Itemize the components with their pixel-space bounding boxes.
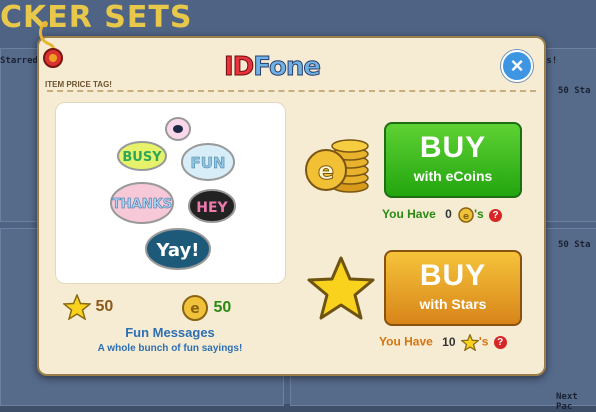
- buy-with-ecoins-button[interactable]: BUY with eCoins: [384, 122, 522, 198]
- bubble-busy: BUSY: [122, 150, 162, 165]
- stars-balance: 10: [442, 334, 456, 349]
- logo-fone-text: Fone: [253, 52, 322, 83]
- bg-stars-price-1: 50 Sta: [558, 86, 591, 96]
- close-icon: ×: [510, 53, 524, 78]
- buy-ecoins-big-label: BUY: [419, 131, 487, 164]
- stars-help-icon[interactable]: ?: [493, 336, 507, 349]
- item-description: A whole bunch of fun sayings!: [97, 343, 243, 354]
- you-have-stars: You Have 10 's ?: [379, 333, 507, 352]
- close-button[interactable]: ×: [501, 50, 533, 82]
- bubble-fun: FUN: [191, 154, 226, 172]
- star-small-icon: [459, 333, 480, 352]
- stars-suffix: 's: [478, 334, 489, 349]
- bubble-yay: Yay!: [156, 240, 200, 261]
- item-purchase-dialog: ITEM PRICE TAG! IDFone × BUSY FUN THANKS…: [37, 20, 546, 376]
- you-have-ecoins: You Have 0 e 's ?: [382, 207, 503, 223]
- logo-id-text: ID: [223, 52, 254, 83]
- ecoins-suffix: 's: [474, 207, 484, 222]
- star-price: 50: [61, 293, 114, 321]
- bg-next-page-link[interactable]: Next Pac: [556, 392, 596, 412]
- bubble-hey: HEY: [196, 200, 228, 216]
- idfone-logo: IDFone: [223, 52, 322, 83]
- ecoins-help-icon[interactable]: ?: [489, 208, 503, 222]
- header-divider: [47, 90, 536, 92]
- buy-with-stars-button[interactable]: BUY with Stars: [384, 250, 522, 326]
- price-tag-icon: [39, 20, 63, 68]
- fun-messages-sticker-image: BUSY FUN THANKS HEY Yay!: [110, 117, 236, 270]
- item-price-tag-label: ITEM PRICE TAG!: [45, 80, 112, 89]
- item-title: Fun Messages: [125, 325, 215, 340]
- you-have-ecoins-label: You Have: [382, 207, 436, 222]
- item-preview: BUSY FUN THANKS HEY Yay!: [55, 102, 286, 284]
- star-icon: [61, 293, 93, 321]
- coin-price: e 50: [181, 294, 231, 322]
- ecoins-balance: 0: [445, 207, 452, 222]
- star-price-value: 50: [95, 298, 114, 316]
- big-star-icon: [307, 256, 375, 320]
- coin-stack-icon: e: [305, 139, 369, 193]
- buy-stars-big-label: BUY: [419, 259, 487, 292]
- svg-text:e: e: [190, 301, 200, 317]
- coin-price-value: 50: [213, 299, 232, 317]
- bg-stars-price-2: 50 Sta: [558, 240, 591, 250]
- you-have-stars-label: You Have: [379, 334, 433, 349]
- ecoin-icon: e: [182, 295, 208, 321]
- bubble-thanks: THANKS: [112, 197, 172, 212]
- buy-stars-small-label: with Stars: [419, 296, 487, 312]
- svg-text:e: e: [318, 157, 334, 185]
- ecoin-small-icon: e: [458, 207, 474, 223]
- svg-text:e: e: [463, 212, 469, 222]
- buy-ecoins-small-label: with eCoins: [413, 168, 493, 184]
